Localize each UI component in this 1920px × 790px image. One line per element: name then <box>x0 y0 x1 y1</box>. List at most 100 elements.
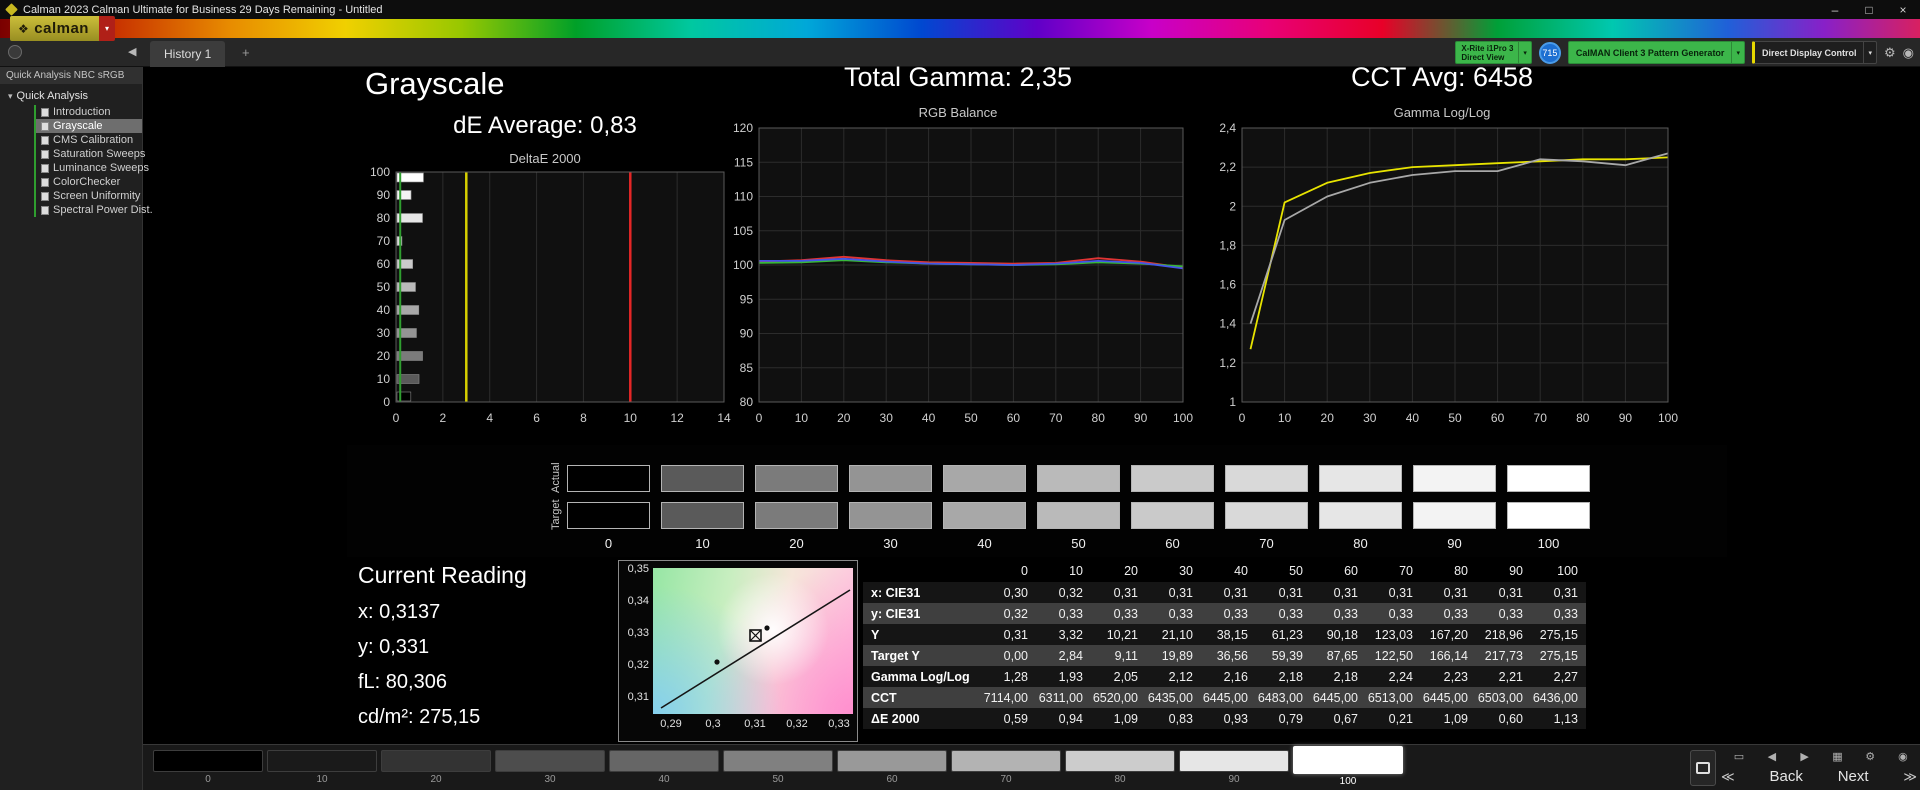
minimize-button[interactable]: – <box>1818 0 1852 19</box>
pattern-level-buttons: 010203040506070 80 90100 <box>153 750 1403 787</box>
sidebar-item-introduction[interactable]: Introduction <box>36 105 142 119</box>
pattern-level-button-60[interactable]: 60 <box>837 750 947 787</box>
sidebar-item-screen-uniformity[interactable]: Screen Uniformity <box>36 189 142 203</box>
back-button[interactable]: Back <box>1769 768 1802 785</box>
menu-button[interactable] <box>8 45 22 59</box>
close-button[interactable]: × <box>1886 0 1920 19</box>
pattern-level-button-20[interactable]: 20 <box>381 750 491 787</box>
table-cell: 38,15 <box>1201 628 1256 642</box>
rgb-balance-chart-title: RGB Balance <box>719 105 1197 120</box>
column-header: 90 <box>1476 564 1531 578</box>
table-cell: 87,65 <box>1311 649 1366 663</box>
pattern-level-button-50[interactable]: 50 <box>723 750 833 787</box>
sidebar-collapse-icon[interactable]: ◀ <box>128 45 136 58</box>
actual-swatch-20 <box>755 465 838 492</box>
pattern-level-button-0[interactable]: 0 <box>153 750 263 787</box>
profile-icon[interactable]: ◉ <box>1903 45 1914 61</box>
level-label: 80 <box>1065 774 1175 785</box>
table-cell: 6445,00 <box>1421 691 1476 705</box>
table-cell: 0,33 <box>1036 607 1091 621</box>
chevron-down-icon[interactable]: ▾ <box>1518 42 1531 63</box>
column-header: 40 <box>1201 564 1256 578</box>
play-icon[interactable]: ▶ <box>1792 750 1818 763</box>
rewind-icon[interactable]: ◀ <box>1759 750 1785 763</box>
reading-cdm2: cd/m²: 275,15 <box>358 706 527 729</box>
cie-y-label: 0,33 <box>621 627 649 639</box>
table-cell: 167,20 <box>1421 628 1476 642</box>
target-swatch-90 <box>1413 502 1496 529</box>
svg-text:110: 110 <box>734 190 753 204</box>
pattern-level-button-30[interactable]: 30 <box>495 750 605 787</box>
calman-brand-badge[interactable]: ❖calman ▾ <box>10 16 115 41</box>
table-cell: 0,33 <box>1146 607 1201 621</box>
pattern-level-button-10[interactable]: 10 <box>267 750 377 787</box>
table-cell: 21,10 <box>1146 628 1201 642</box>
table-cell: 123,03 <box>1366 628 1421 642</box>
pattern-generator-button[interactable]: CalMAN Client 3 Pattern Generator ▾ <box>1568 41 1745 64</box>
table-cell: 6520,00 <box>1091 691 1146 705</box>
next-button[interactable]: Next <box>1838 768 1869 785</box>
table-cell: 0,31 <box>1366 586 1421 600</box>
svg-text:90: 90 <box>1619 411 1633 425</box>
meter-button[interactable]: X-Rite i1Pro 3 Direct View ▾ <box>1455 41 1532 64</box>
chevron-down-icon[interactable]: ▾ <box>1863 42 1876 63</box>
workflow-sidebar: Quick Analysis NBC sRGB ▾Quick Analysis … <box>0 67 143 790</box>
column-header: 70 <box>1366 564 1421 578</box>
pattern-level-button-90[interactable]: 90 <box>1179 750 1289 787</box>
pattern-level-button-100[interactable]: 100 <box>1293 750 1403 787</box>
svg-text:85: 85 <box>740 361 754 375</box>
sidebar-item-luminance-sweeps[interactable]: Luminance Sweeps <box>36 161 142 175</box>
double-chevron-left-icon[interactable]: ≪ <box>1721 769 1735 785</box>
brand-menu-dropdown[interactable]: ▾ <box>99 16 115 41</box>
maximize-button[interactable]: □ <box>1852 0 1886 19</box>
layout-square-icon <box>1696 762 1710 774</box>
gear-icon[interactable]: ⚙ <box>1884 45 1896 61</box>
cct-avg-heading: CCT Avg: 6458 <box>1202 62 1682 93</box>
table-cell: 1,28 <box>981 670 1036 684</box>
target-swatch-0 <box>567 502 650 529</box>
sidebar-item-colorchecker[interactable]: ColorChecker <box>36 175 142 189</box>
chevron-down-icon[interactable]: ▾ <box>1731 42 1744 63</box>
table-cell: 6513,00 <box>1366 691 1421 705</box>
sidebar-item-saturation-sweeps[interactable]: Saturation Sweeps <box>36 147 142 161</box>
power-icon[interactable]: ◉ <box>1890 750 1916 763</box>
expander-icon[interactable]: ▾ <box>8 91 13 101</box>
display-control-button[interactable]: Direct Display Control ▾ <box>1752 41 1877 64</box>
table-cell: 0,59 <box>981 712 1036 726</box>
sidebar-item-grayscale[interactable]: Grayscale <box>36 119 142 133</box>
svg-text:8: 8 <box>580 411 587 425</box>
pattern-level-button-70[interactable]: 70 <box>951 750 1061 787</box>
svg-text:100: 100 <box>733 258 753 272</box>
double-chevron-right-icon[interactable]: ≫ <box>1903 769 1917 785</box>
save-icon[interactable]: ▦ <box>1824 750 1850 763</box>
swatch-level-label: 0 <box>567 536 650 551</box>
sidebar-item-cms-calibration[interactable]: CMS Calibration <box>36 133 142 147</box>
svg-text:95: 95 <box>740 292 754 306</box>
actual-swatch-50 <box>1037 465 1120 492</box>
current-reading-panel: Current Reading x: 0,3137 y: 0,331 fL: 8… <box>358 562 527 729</box>
level-swatch <box>495 750 605 772</box>
svg-text:60: 60 <box>1007 411 1021 425</box>
new-tab-button[interactable]: + <box>242 45 250 60</box>
pattern-level-button-80[interactable]: 80 <box>1065 750 1175 787</box>
gear-icon[interactable]: ⚙ <box>1857 750 1883 763</box>
table-cell: 6445,00 <box>1201 691 1256 705</box>
table-cell: 1,93 <box>1036 670 1091 684</box>
calman-app: Calman 2023 Calman Ultimate for Business… <box>0 0 1920 790</box>
svg-text:0: 0 <box>393 411 400 425</box>
svg-text:50: 50 <box>377 280 391 294</box>
svg-text:2,2: 2,2 <box>1219 160 1236 174</box>
sidebar-item-spectral-power-dist[interactable]: Spectral Power Dist. <box>36 203 142 217</box>
target-swatch-70 <box>1225 502 1308 529</box>
pattern-level-button-40[interactable]: 40 <box>609 750 719 787</box>
svg-text:6: 6 <box>533 411 540 425</box>
cie-overlay <box>653 568 853 714</box>
svg-text:80: 80 <box>1092 411 1106 425</box>
tab-history-1[interactable]: History 1 <box>150 41 225 67</box>
table-cell: 9,11 <box>1091 649 1146 663</box>
tree-root[interactable]: ▾Quick Analysis <box>0 84 142 105</box>
table-cell: 0,31 <box>1201 586 1256 600</box>
layout-toggle-button[interactable] <box>1690 750 1716 786</box>
rainbow-gradient-bar <box>0 19 1920 38</box>
monitor-icon[interactable]: ▭ <box>1726 750 1752 763</box>
